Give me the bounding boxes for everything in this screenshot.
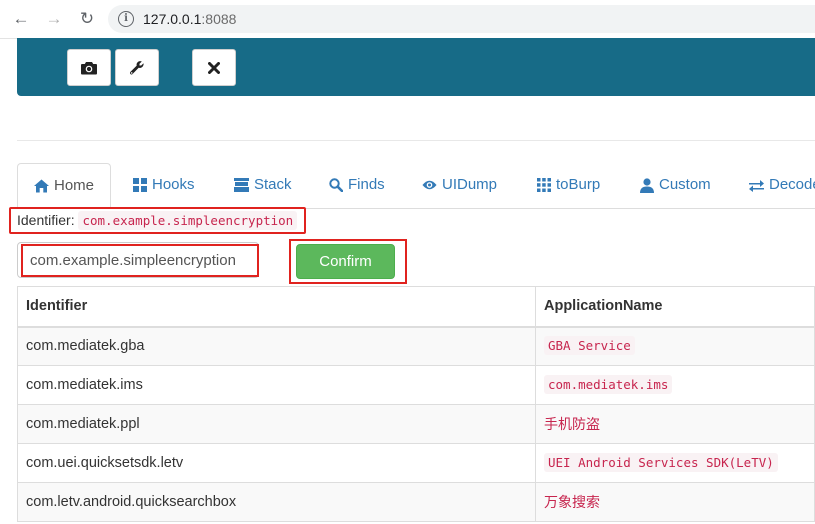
tab-stack[interactable]: Stack [234,163,292,207]
tab-stack-label: Stack [254,176,292,193]
table-row[interactable]: com.letv.android.quicksearchbox 万象搜索 [17,482,815,522]
search-icon [328,178,343,193]
applications-table: Identifier ApplicationName com.mediatek.… [17,286,815,522]
identifier-input-wrapper [17,242,259,278]
application-name-cell: 万象搜索 [535,482,815,522]
stack-icon [234,178,249,193]
url-text[interactable]: 127.0.0.1:8088 [143,11,236,27]
info-icon[interactable]: i [118,11,134,27]
url-host: 127.0.0.1 [143,11,202,27]
eye-icon [422,178,437,193]
column-header-application-name: ApplicationName [535,286,815,328]
identifier-cell: com.uei.quicksetsdk.letv [17,443,536,483]
identifier-cell: com.mediatek.ppl [17,404,536,444]
close-icon [208,61,220,74]
tab-toburp[interactable]: toBurp [536,163,600,207]
tab-hooks-label: Hooks [152,176,195,193]
tab-finds-label: Finds [348,176,385,193]
table-row[interactable]: com.mediatek.ims com.mediatek.ims [17,365,815,405]
camera-icon [81,61,97,74]
application-name-cell: com.mediatek.ims [535,365,815,405]
tab-home[interactable]: Home [17,163,112,208]
application-name: 万象搜索 [544,495,600,511]
table-row[interactable]: com.uei.quicksetsdk.letv UEI Android Ser… [17,443,815,483]
identifier-cell: com.mediatek.ims [17,365,536,405]
forward-arrow-icon[interactable]: → [43,8,65,30]
identifier-input[interactable] [18,243,258,277]
application-name-cell: GBA Service [535,326,815,366]
browser-toolbar: ← → ↻ i 127.0.0.1:8088 [0,0,815,39]
back-arrow-icon[interactable]: ← [10,8,32,30]
tab-finds[interactable]: Finds [328,163,385,207]
top-toolbar [17,38,815,96]
tab-uidump[interactable]: UIDump [422,163,497,207]
table-row[interactable]: com.mediatek.ppl 手机防盗 [17,404,815,444]
table-header-row: Identifier ApplicationName [17,286,815,328]
application-name-cell: UEI Android Services SDK(LeTV) [535,443,815,483]
user-icon [639,177,654,193]
identifier-cell: com.letv.android.quicksearchbox [17,482,536,522]
identifier-highlight [9,207,306,234]
application-name: com.mediatek.ims [544,375,673,394]
application-name: GBA Service [544,336,635,356]
wrench-icon [129,60,144,74]
address-bar[interactable]: i 127.0.0.1:8088 [108,5,815,33]
tab-hooks[interactable]: Hooks [132,163,195,207]
url-port: :8088 [201,11,237,27]
tab-decode-label: Decode [769,176,815,193]
settings-button[interactable] [115,49,159,86]
confirm-button[interactable]: Confirm [296,244,395,279]
tab-uidump-label: UIDump [442,176,498,193]
reload-icon[interactable]: ↻ [76,8,98,30]
identifier-cell: com.mediatek.gba [17,326,536,366]
home-icon [34,178,49,193]
tab-decode[interactable]: Decode [749,163,815,207]
table-row[interactable]: com.mediatek.gba GBA Service [17,326,815,366]
apps-icon [536,178,551,193]
screenshot-button[interactable] [67,49,111,86]
application-name: UEI Android Services SDK(LeTV) [544,453,778,472]
close-button[interactable] [192,49,236,86]
tab-custom-label: Custom [659,176,711,193]
tab-custom[interactable]: Custom [639,163,711,207]
column-header-identifier: Identifier [17,286,536,328]
tab-toburp-label: toBurp [556,176,601,193]
application-name-cell: 手机防盗 [535,404,815,444]
application-name: 手机防盗 [544,417,600,433]
tab-home-label: Home [54,176,95,194]
grid-icon [132,178,147,193]
transfer-icon [749,178,764,193]
divider [17,140,815,141]
main-tabs: Home Hooks Stack Finds UIDump toBurp Cus… [17,163,815,209]
